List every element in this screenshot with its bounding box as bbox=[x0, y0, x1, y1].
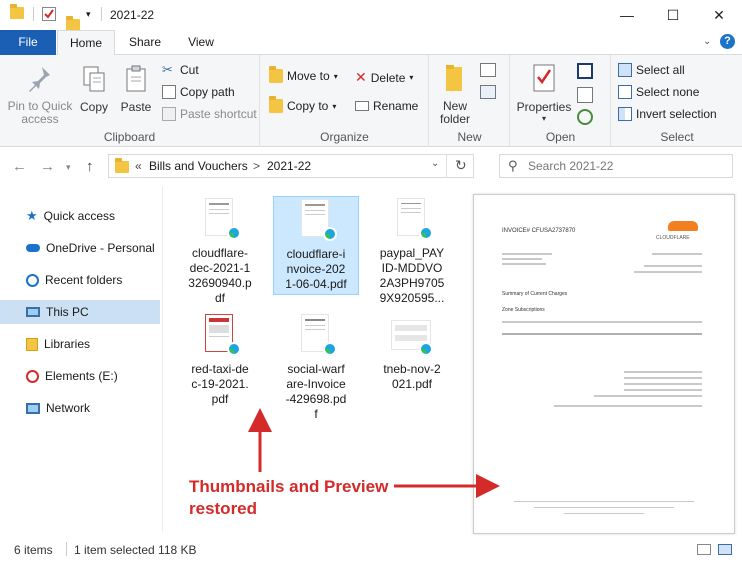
large-icons-view-icon[interactable] bbox=[718, 544, 732, 555]
item-count: 6 items bbox=[14, 543, 53, 557]
details-view-icon[interactable] bbox=[697, 544, 711, 555]
divider bbox=[66, 542, 67, 556]
status-bar: 6 items 1 item selected 118 KB bbox=[0, 540, 742, 562]
annotation-text: Thumbnails and Preview restored bbox=[189, 477, 389, 518]
selection-info: 1 item selected 118 KB bbox=[74, 543, 197, 557]
